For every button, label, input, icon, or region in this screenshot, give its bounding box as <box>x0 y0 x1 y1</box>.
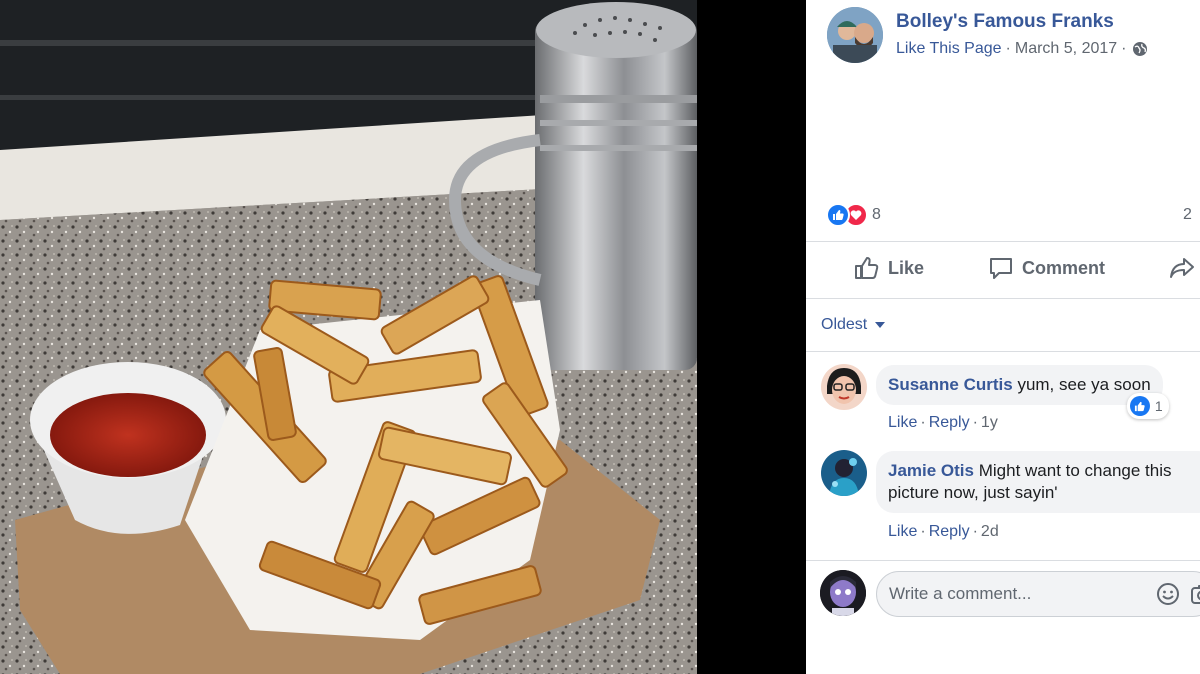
share-icon <box>1170 258 1194 278</box>
reaction-summary[interactable]: 8 <box>826 203 881 227</box>
post-meta: Like This Page · March 5, 2017 · <box>896 40 1148 58</box>
comment-text-continued: picture now, just sayin' <box>888 483 1058 502</box>
separator-dot: · <box>920 523 926 540</box>
emoji-icon[interactable] <box>1156 582 1180 606</box>
comment-input[interactable]: Write a comment... <box>876 571 1200 617</box>
share-button[interactable] <box>1169 256 1200 280</box>
comment-author-link[interactable]: Susanne Curtis <box>888 375 1013 394</box>
comment-reply-link[interactable]: Reply <box>929 414 970 431</box>
comment-author-link[interactable]: Jamie Otis <box>888 461 974 480</box>
comment-reaction-count: 1 <box>1154 398 1163 414</box>
post-side-panel: Bolley's Famous Franks Like This Page · … <box>806 0 1200 674</box>
post-actions: Like Comment <box>806 242 1200 298</box>
comment-actions: Like · Reply · 2d <box>888 523 999 541</box>
composer-icons <box>1156 582 1200 606</box>
comment-reaction-badge[interactable]: 1 <box>1126 393 1169 419</box>
commenter-avatar[interactable] <box>821 450 867 496</box>
comment-text: yum, see ya soon <box>1017 375 1151 394</box>
separator-dot: · <box>1005 40 1011 57</box>
reaction-count: 8 <box>872 206 881 223</box>
post-header: Bolley's Famous Franks Like This Page · … <box>806 0 1200 70</box>
comment-time[interactable]: 2d <box>981 523 999 540</box>
fries-photo-illustration <box>0 0 697 674</box>
separator-dot: · <box>972 414 978 431</box>
chevron-down-icon <box>875 322 886 328</box>
sort-label: Oldest <box>821 316 868 333</box>
post-date[interactable]: March 5, 2017 <box>1015 40 1117 58</box>
like-icon <box>826 203 850 227</box>
comment-text: Might want to change this <box>978 461 1172 480</box>
comment-reply-link[interactable]: Reply <box>929 523 970 540</box>
comment-label: Comment <box>1022 257 1106 278</box>
separator-dot: · <box>1121 40 1127 57</box>
comment-icon <box>990 258 1012 279</box>
photo-letterbox <box>697 0 806 674</box>
comment-count[interactable]: 2 <box>1183 206 1192 224</box>
comment-like-link[interactable]: Like <box>888 523 917 540</box>
commenter-avatar[interactable] <box>821 364 867 410</box>
divider <box>806 298 1200 299</box>
viewer-avatar[interactable] <box>820 570 866 616</box>
comment-like-link[interactable]: Like <box>888 414 917 431</box>
page-name-link[interactable]: Bolley's Famous Franks <box>896 11 1114 33</box>
camera-icon[interactable] <box>1190 582 1200 606</box>
thumbs-up-icon <box>855 257 879 279</box>
like-page-link[interactable]: Like This Page <box>896 40 1002 58</box>
like-icon <box>1129 396 1150 416</box>
page-avatar[interactable] <box>827 7 883 63</box>
like-label: Like <box>888 257 925 278</box>
separator-dot: · <box>972 523 978 540</box>
post-photo[interactable] <box>0 0 697 674</box>
comment-actions: Like · Reply · 1y <box>888 414 998 432</box>
separator-dot: · <box>920 414 926 431</box>
globe-icon <box>1133 42 1148 56</box>
like-button[interactable]: Like <box>854 256 924 280</box>
comment-sort-dropdown[interactable]: Oldest <box>821 316 886 334</box>
comment-bubble: Susanne Curtis yum, see ya soon 1 <box>876 365 1169 419</box>
divider <box>806 351 1200 352</box>
comment-button[interactable]: Comment <box>988 256 1105 280</box>
comment-bubble: Jamie Otis Might want to change this pic… <box>876 451 1200 513</box>
comment-time[interactable]: 1y <box>981 414 998 431</box>
comment-composer: Write a comment... <box>806 560 1200 628</box>
